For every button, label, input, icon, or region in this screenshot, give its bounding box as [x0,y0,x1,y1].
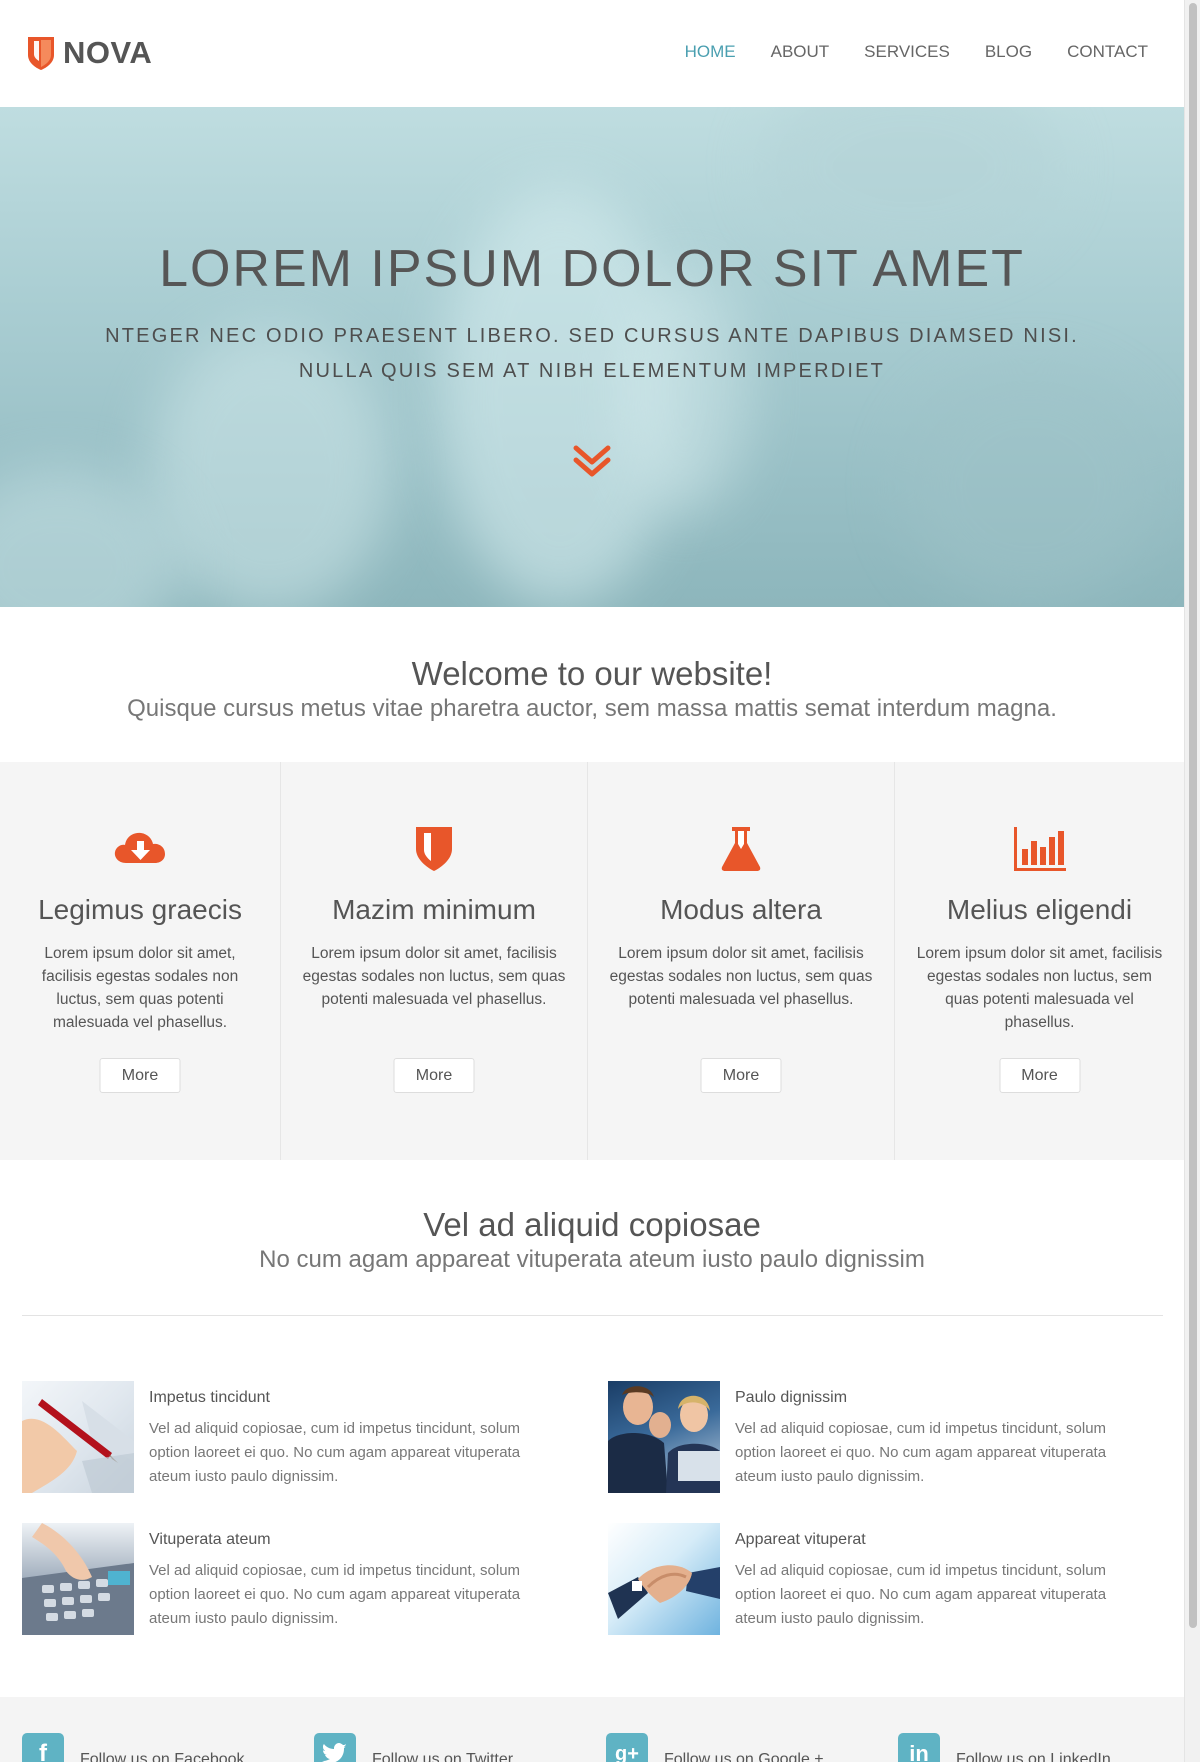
hero-background-shape [900,367,1160,607]
article-title[interactable]: Appareat vituperat [735,1531,866,1549]
article-title[interactable]: Vituperata ateum [149,1531,271,1549]
hero-subtitle-line1: NTEGER NEC ODIO PRAESENT LIBERO. SED CUR… [105,325,1079,347]
welcome-section: Welcome to our website! Quisque cursus m… [0,607,1184,762]
social-linkedin[interactable]: in Follow us on LinkedIn [898,1733,1111,1762]
chevron-double-down-icon[interactable] [570,440,614,484]
more-button[interactable]: More [393,1058,475,1093]
scrollbar-thumb[interactable] [1189,3,1197,1628]
feature-card: Legimus graecis Lorem ipsum dolor sit am… [0,762,281,1160]
social-label: Follow us on Google + [664,1751,824,1762]
bar-chart-icon [1013,827,1066,871]
social-twitter[interactable]: Follow us on Twitter [314,1733,513,1762]
vertical-scrollbar[interactable] [1184,0,1200,1762]
welcome-subtitle: Quisque cursus metus vitae pharetra auct… [127,695,1057,722]
feature-text: Lorem ipsum dolor sit amet, facilisis eg… [302,945,566,1008]
twitter-icon [314,1733,356,1762]
site-header: NOVA HOME ABOUT SERVICES BLOG CONTACT [0,0,1184,107]
social-label: Follow us on Twitter [372,1751,514,1762]
shield-logo-icon [28,37,54,70]
hero-subtitle-line2: NULLA QUIS SEM AT NIBH ELEMENTUM IMPERDI… [298,360,886,382]
articles-section: Vel ad aliquid copiosae No cum agam appa… [0,1160,1184,1690]
google-plus-icon: g+ [606,1733,648,1762]
article-item: Impetus tincidunt Vel ad aliquid copiosa… [22,1381,562,1493]
feature-title: Modus altera [660,894,822,925]
feature-card: Modus altera Lorem ipsum dolor sit amet,… [588,762,895,1160]
shield-icon [416,827,452,871]
article-title[interactable]: Impetus tincidunt [149,1389,270,1407]
nav-about[interactable]: ABOUT [771,42,830,62]
article-text: Vel ad aliquid copiosae, cum id impetus … [149,1420,521,1485]
nav-blog[interactable]: BLOG [985,42,1032,62]
feature-card: Mazim minimum Lorem ipsum dolor sit amet… [281,762,588,1160]
feature-title: Melius eligendi [946,894,1133,925]
hero-background-shape [620,267,750,517]
handshake-photo[interactable] [608,1523,720,1635]
more-button[interactable]: More [700,1058,782,1093]
article-text: Vel ad aliquid copiosae, cum id impetus … [735,1420,1107,1485]
flask-icon [721,827,761,871]
pen-and-chart-photo[interactable] [22,1381,134,1493]
nav-home[interactable]: HOME [685,42,736,62]
feature-card: Melius eligendi Lorem ipsum dolor sit am… [895,762,1184,1160]
article-item: Vituperata ateum Vel ad aliquid copiosae… [22,1523,562,1635]
section-divider [22,1315,1163,1316]
logo[interactable]: NOVA [26,35,152,71]
feature-text: Lorem ipsum dolor sit amet, facilisis eg… [609,945,873,1008]
social-facebook[interactable]: f Follow us on Facebook [22,1733,245,1762]
more-button[interactable]: More [999,1058,1080,1093]
article-title[interactable]: Paulo dignissim [735,1389,847,1407]
linkedin-icon: in [898,1733,940,1762]
main-nav: HOME ABOUT SERVICES BLOG CONTACT [650,42,1148,62]
article-text: Vel ad aliquid copiosae, cum id impetus … [149,1562,521,1627]
page: NOVA HOME ABOUT SERVICES BLOG CONTACT LO… [0,0,1184,1762]
hero-banner: LOREM IPSUM DOLOR SIT AMET NTEGER NEC OD… [0,107,1184,607]
social-google-plus[interactable]: g+ Follow us on Google + [606,1733,824,1762]
facebook-icon: f [22,1733,64,1762]
nav-contact[interactable]: CONTACT [1067,42,1148,62]
nav-services[interactable]: SERVICES [864,42,950,62]
article-item: Appareat vituperat Vel ad aliquid copios… [608,1523,1148,1635]
feature-text: Lorem ipsum dolor sit amet, facilisis eg… [916,945,1163,1031]
welcome-title: Welcome to our website! [411,655,773,692]
article-item: Paulo dignissim Vel ad aliquid copiosae,… [608,1381,1148,1493]
social-label: Follow us on Facebook [80,1751,245,1762]
calculator-photo[interactable] [22,1523,134,1635]
social-footer: f Follow us on Facebook Follow us on Twi… [0,1697,1184,1762]
more-button[interactable]: More [99,1058,181,1093]
features-section: Legimus graecis Lorem ipsum dolor sit am… [0,762,1184,1160]
feature-title: Mazim minimum [332,894,536,925]
social-label: Follow us on LinkedIn [956,1751,1111,1762]
feature-text: Lorem ipsum dolor sit amet, facilisis eg… [41,945,239,1031]
section-subtitle: No cum agam appareat vituperata ateum iu… [259,1246,925,1273]
feature-title: Legimus graecis [38,894,242,925]
cloud-download-icon [114,832,165,863]
business-team-photo[interactable] [608,1381,720,1493]
article-text: Vel ad aliquid copiosae, cum id impetus … [735,1562,1107,1627]
section-title: Vel ad aliquid copiosae [423,1206,761,1243]
hero-title: LOREM IPSUM DOLOR SIT AMET [159,240,1025,298]
logo-text: NOVA [63,35,153,70]
